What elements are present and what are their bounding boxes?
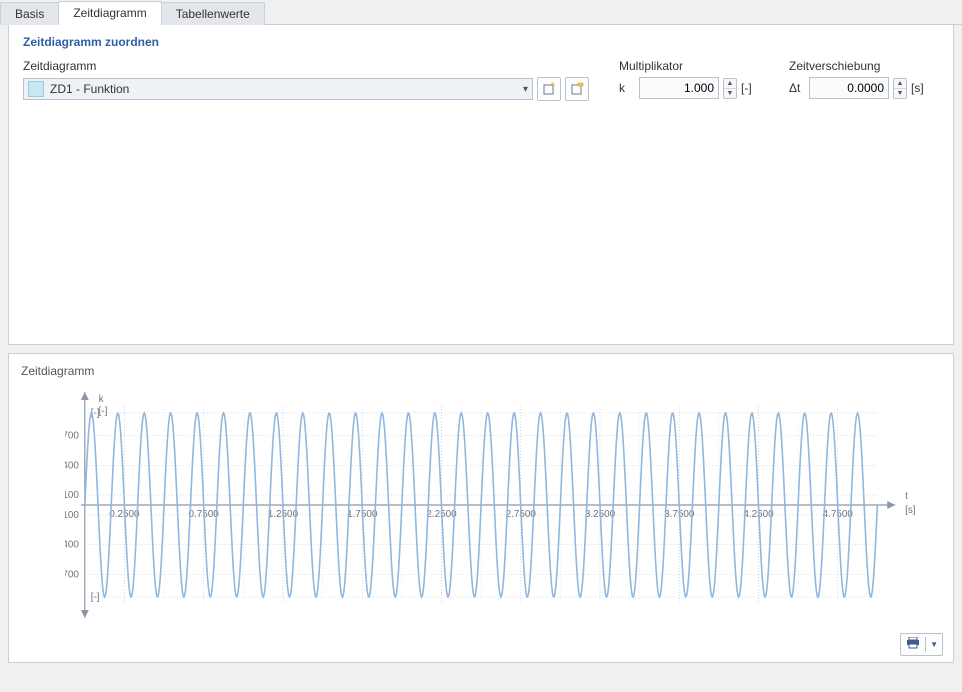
new-diagram-icon [542, 82, 556, 96]
diagram-color-swatch [28, 81, 44, 97]
multiplier-unit: [-] [741, 81, 759, 95]
tab-basis[interactable]: Basis [0, 2, 59, 25]
stepper-up-icon[interactable]: ▲ [724, 79, 736, 89]
stepper-down-icon[interactable]: ▼ [724, 89, 736, 98]
diagram-select-value: ZD1 - Funktion [50, 82, 523, 96]
stepper-up-icon[interactable]: ▲ [894, 79, 906, 89]
field-label-diagram: Zeitdiagramm [23, 59, 589, 73]
svg-text:-0.700: -0.700 [65, 569, 79, 580]
tab-label: Tabellenwerte [176, 7, 250, 21]
svg-text:[-]: [-] [91, 592, 100, 603]
multiplier-input[interactable] [639, 77, 719, 99]
tab-zeitdiagramm[interactable]: Zeitdiagramm [58, 1, 161, 25]
svg-text:-0.100: -0.100 [65, 510, 79, 521]
shift-stepper[interactable]: ▲ ▼ [893, 78, 907, 99]
assign-panel: Zeitdiagramm zuordnen Zeitdiagramm ZD1 -… [8, 25, 954, 345]
svg-text:0.100: 0.100 [65, 490, 79, 501]
svg-text:k: k [99, 394, 104, 405]
print-icon [901, 634, 925, 655]
multiplier-symbol: k [619, 81, 635, 95]
shift-symbol: Δt [789, 81, 805, 95]
svg-text:[-]: [-] [99, 406, 108, 417]
svg-text:-0.400: -0.400 [65, 540, 79, 551]
stepper-down-icon[interactable]: ▼ [894, 89, 906, 98]
multiplier-stepper[interactable]: ▲ ▼ [723, 78, 737, 99]
svg-text:t: t [905, 491, 908, 502]
tab-tabellenwerte[interactable]: Tabellenwerte [161, 2, 265, 25]
chart-area: 0.1000.4000.700-0.100-0.400-0.700k[-][-]… [65, 386, 917, 624]
shift-unit: [s] [911, 81, 929, 95]
chevron-down-icon: ▾ [523, 84, 528, 95]
section-title: Zeitdiagramm zuordnen [23, 35, 939, 49]
svg-text:0.400: 0.400 [65, 460, 79, 471]
svg-text:[s]: [s] [905, 505, 916, 516]
field-label-multiplier: Multiplikator [619, 59, 759, 73]
new-diagram-button[interactable] [537, 77, 561, 101]
shift-input[interactable] [809, 77, 889, 99]
tab-bar: Basis Zeitdiagramm Tabellenwerte [0, 0, 962, 25]
edit-diagram-icon [570, 82, 584, 96]
tab-label: Basis [15, 7, 44, 21]
chart-panel: Zeitdiagramm 0.100 0.400 0.700 -0.100 -0.400… [8, 353, 954, 663]
chart-svg: 0.1000.4000.700-0.100-0.400-0.700k[-][-]… [65, 386, 917, 624]
tab-label: Zeitdiagramm [73, 6, 146, 20]
field-label-shift: Zeitverschiebung [789, 59, 929, 73]
edit-diagram-button[interactable] [565, 77, 589, 101]
diagram-select[interactable]: ZD1 - Funktion ▾ [23, 78, 533, 100]
chart-title: Zeitdiagramm [21, 364, 941, 378]
print-dropdown-icon[interactable]: ▼ [925, 637, 942, 652]
svg-text:0.700: 0.700 [65, 431, 79, 442]
print-button[interactable]: ▼ [900, 633, 943, 656]
